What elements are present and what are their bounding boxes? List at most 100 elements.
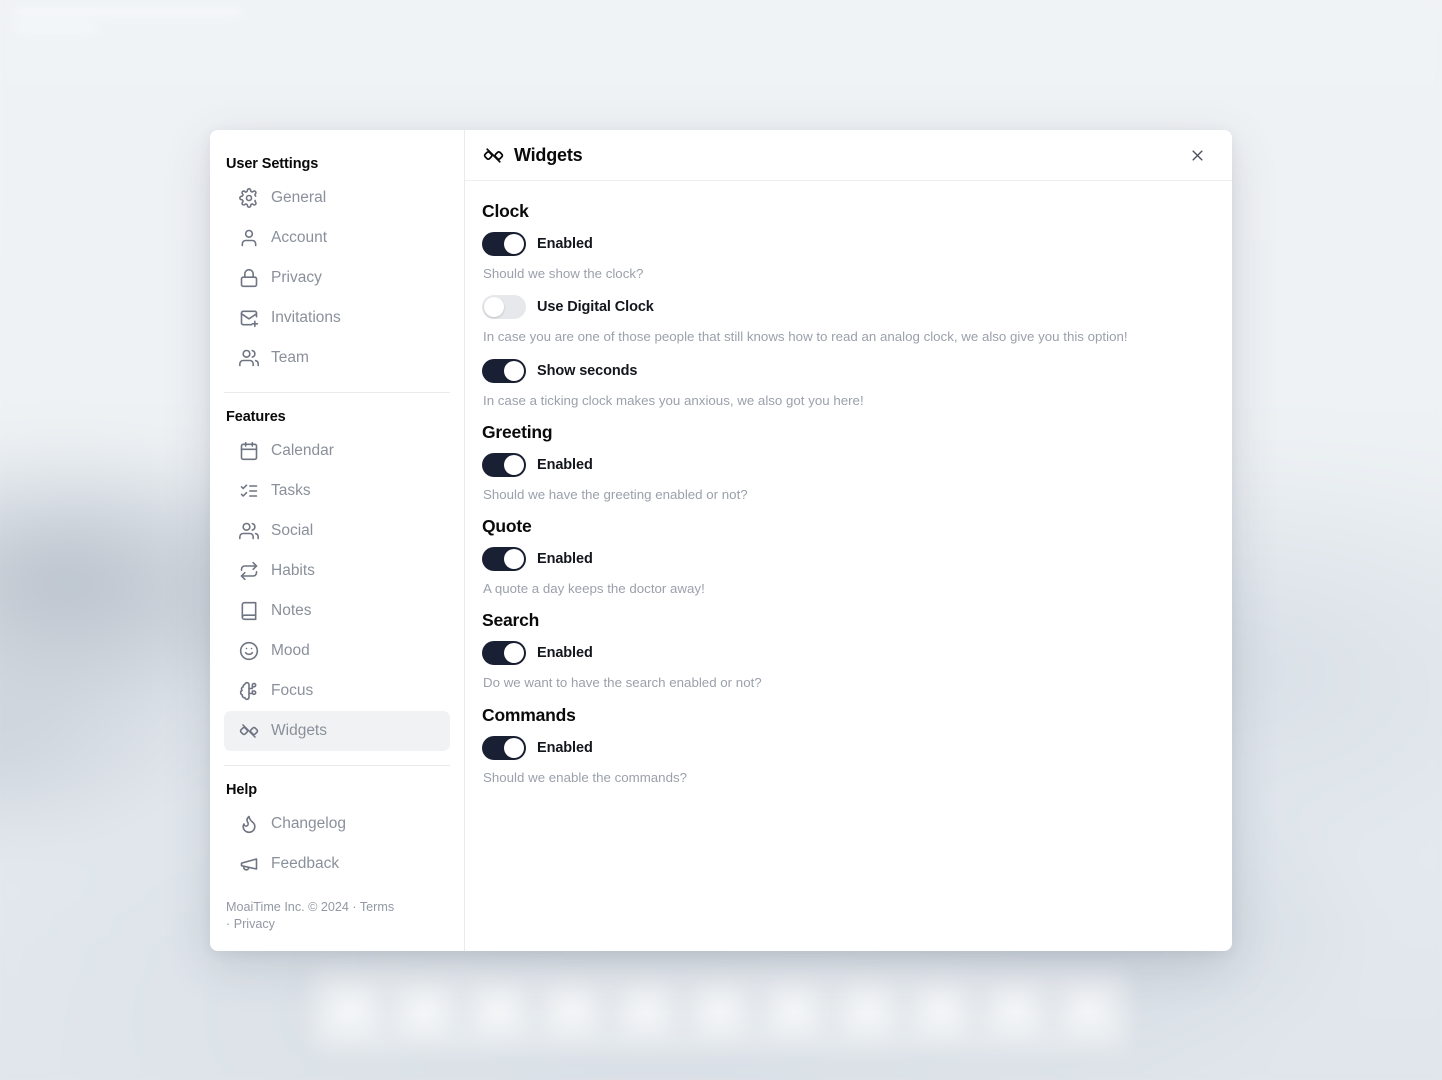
user-settings-dialog: User Settings General Account Privacy Invita… [210, 130, 1232, 951]
sidebar-item-notes[interactable]: Notes [224, 591, 450, 631]
sidebar-footer: MoaiTime Inc. © 2024 · Terms · Privacy [210, 885, 410, 951]
dock-icon[interactable] [547, 983, 598, 1037]
settings-main-panel: Widgets Clock Enabled Should we show the c… [465, 130, 1232, 951]
brain-circuit-icon [239, 681, 259, 701]
setting-description: In case a ticking clock makes you anxiou… [483, 392, 864, 408]
setting-row: Show seconds [482, 358, 1215, 383]
toggle-clock-enabled[interactable] [482, 232, 526, 256]
setting-description: Should we show the clock? [483, 266, 644, 281]
sidebar-section: Features Calendar Tasks Social Habits Notes Mo… [210, 409, 464, 751]
group-title: Clock [482, 201, 529, 221]
sidebar-section: User Settings General Account Privacy Invita… [210, 156, 464, 378]
sidebar-item-label: Account [271, 229, 328, 247]
setting-row: Enabled [482, 232, 1215, 256]
sidebar-item-label: Tasks [271, 482, 311, 500]
sidebar-item-invitations[interactable]: Invitations [224, 298, 450, 338]
widgets-icon [239, 721, 259, 741]
sidebar-divider [224, 765, 450, 766]
dock-icon[interactable] [842, 983, 893, 1037]
sidebar-item-privacy[interactable]: Privacy [224, 258, 450, 298]
toggle-quote-enabled[interactable] [482, 547, 526, 572]
sidebar-item-social[interactable]: Social [224, 511, 450, 551]
toggle-knob [484, 297, 504, 318]
setting-description: Should we enable the commands? [483, 769, 688, 785]
setting-label: Enabled [537, 739, 593, 756]
setting-label: Show seconds [537, 362, 638, 379]
page-title: Widgets [514, 144, 583, 165]
sidebar-item-label: Team [271, 349, 309, 367]
toggle-clock-show-seconds[interactable] [482, 358, 526, 383]
sidebar-item-feedback[interactable]: Feedback [224, 844, 450, 884]
users-icon [239, 521, 259, 541]
setting-group-greeting: Greeting Enabled Should we have the greeti… [482, 422, 1215, 503]
dock-icon[interactable] [768, 983, 819, 1037]
setting-description: In case you are one of those people that… [483, 329, 1128, 345]
sidebar-section: Help Changelog Feedback [210, 782, 464, 884]
setting-label: Enabled [537, 456, 593, 473]
setting-label: Enabled [537, 236, 593, 252]
settings-list: Clock Enabled Should we show the clock? Use… [465, 181, 1232, 951]
sidebar-section-title: Features [226, 409, 286, 425]
list-checks-icon [239, 481, 259, 501]
repeat-icon [239, 561, 259, 581]
dock-icon[interactable] [694, 983, 745, 1037]
toggle-greeting-enabled[interactable] [482, 452, 526, 477]
sidebar-item-label: Notes [271, 602, 312, 620]
dock-icon[interactable] [621, 983, 672, 1037]
sidebar-item-team[interactable]: Team [224, 338, 450, 378]
toggle-knob [504, 454, 524, 475]
sidebar-item-habits[interactable]: Habits [224, 551, 450, 591]
dock-icon[interactable] [916, 983, 967, 1037]
footer-text: MoaiTime Inc. © 2024 · Terms · Privacy [226, 900, 395, 931]
sidebar-item-mood[interactable]: Mood [224, 631, 450, 671]
setting-group-quote: Quote Enabled A quote a day keeps the doct… [482, 516, 1215, 597]
sidebar-item-widgets[interactable]: Widgets [224, 711, 450, 751]
setting-row: Enabled [482, 735, 1215, 760]
dock-icon[interactable] [473, 983, 524, 1037]
megaphone-icon [239, 854, 259, 874]
toggle-commands-enabled[interactable] [482, 735, 526, 760]
sidebar-item-label: Social [271, 522, 314, 540]
toggle-knob [504, 737, 524, 758]
dock-icon[interactable] [1063, 983, 1114, 1037]
sidebar-item-general[interactable]: General [224, 178, 450, 218]
toggle-clock-use-digital-clock[interactable] [482, 295, 526, 320]
settings-sidebar: User Settings General Account Privacy Invita… [210, 130, 465, 951]
user-icon [239, 228, 259, 248]
dock-icon[interactable] [399, 983, 450, 1037]
setting-description: Do we want to have the search enabled or… [483, 675, 762, 691]
dock-icon[interactable] [326, 983, 376, 1037]
sidebar-divider [224, 392, 450, 393]
book-icon [239, 601, 259, 621]
setting-row: Use Digital Clock [482, 295, 1215, 320]
sidebar-nav-list: Changelog Feedback [224, 804, 450, 884]
toggle-search-enabled[interactable] [482, 641, 526, 666]
sidebar-item-tasks[interactable]: Tasks [224, 471, 450, 511]
sidebar-nav-list: General Account Privacy Invitations Team [224, 178, 450, 378]
group-title: Commands [482, 704, 576, 725]
panel-header: Widgets [465, 130, 1232, 181]
mail-plus-icon [239, 308, 259, 328]
sidebar-item-focus[interactable]: Focus [224, 671, 450, 711]
sidebar-section-title: User Settings [226, 156, 319, 172]
desktop-dock[interactable] [310, 968, 1130, 1052]
setting-description: Should we have the greeting enabled or n… [483, 486, 748, 502]
setting-label: Enabled [537, 645, 593, 662]
gear-icon [239, 188, 259, 208]
dock-icon[interactable] [990, 983, 1041, 1037]
setting-description: A quote a day keeps the doctor away! [483, 581, 705, 597]
widgets-icon [482, 144, 504, 166]
sidebar-item-label: Habits [271, 562, 315, 580]
setting-label: Use Digital Clock [537, 299, 654, 316]
sidebar-item-label: Changelog [271, 815, 346, 833]
setting-group-search: Search Enabled Do we want to have the sear… [482, 610, 1215, 691]
sidebar-item-label: Mood [271, 642, 310, 660]
sidebar-item-label: Invitations [271, 309, 341, 327]
setting-group-clock: Clock Enabled Should we show the clock? Use… [482, 201, 1215, 409]
sidebar-item-account[interactable]: Account [224, 218, 450, 258]
close-icon[interactable] [1184, 142, 1210, 168]
sidebar-item-calendar[interactable]: Calendar [224, 431, 450, 471]
sidebar-item-label: Calendar [271, 442, 334, 460]
sidebar-item-changelog[interactable]: Changelog [224, 804, 450, 844]
smile-icon [239, 641, 259, 661]
